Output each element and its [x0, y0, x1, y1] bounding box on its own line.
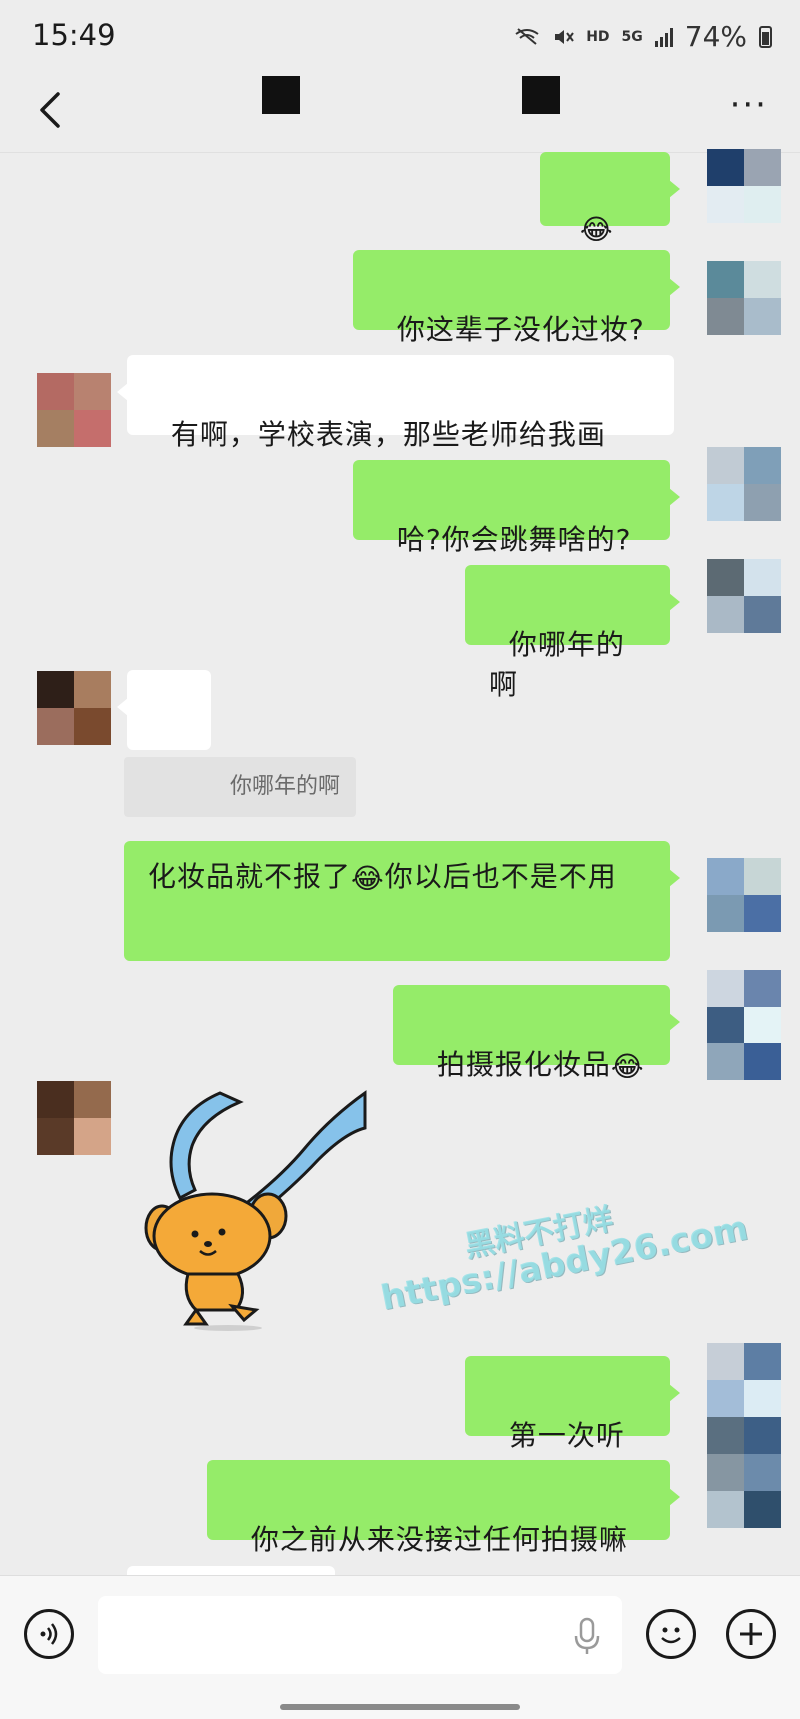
- message-bubble-outgoing[interactable]: 你哪年的啊: [465, 565, 680, 701]
- message-text: 有啊，学校表演，那些老师给我画: [170, 418, 606, 451]
- my-avatar[interactable]: [707, 1343, 781, 1528]
- watermark: 黑料不打烊 https://abdy26.com: [370, 1167, 768, 1367]
- message-bubble-outgoing[interactable]: 哈?你会跳舞啥的?: [353, 460, 680, 556]
- mute-icon: [555, 29, 574, 44]
- contact-avatar[interactable]: [37, 1081, 111, 1155]
- battery-icon: [759, 25, 772, 48]
- status-icons: HD 5G 74%: [514, 20, 772, 53]
- message-text: 哈?你会跳舞啥的?: [396, 523, 632, 556]
- my-avatar[interactable]: [707, 858, 781, 932]
- status-bar: 15:49 HD 5G 74%: [0, 0, 800, 70]
- chat-header: ···: [0, 70, 800, 153]
- message-text: 你这辈子没化过妆?: [396, 313, 645, 346]
- message-text: 拍摄报化妆品: [436, 1048, 611, 1081]
- laughing-crying-emoji-icon: 😂: [351, 862, 385, 895]
- message-bubble-outgoing[interactable]: 第一次听说: [465, 1356, 680, 1492]
- message-bubble-outgoing[interactable]: 你这辈子没化过妆?: [353, 250, 680, 346]
- message-bubble-outgoing[interactable]: 😂哈?: [540, 152, 680, 284]
- redacted-title-block: [522, 76, 560, 114]
- battery-percentage: 74%: [684, 20, 747, 53]
- home-indicator[interactable]: [280, 1704, 520, 1710]
- message-text: 你哪年的啊: [489, 628, 625, 701]
- redacted-title-block: [262, 76, 300, 114]
- plus-icon: [740, 1623, 762, 1645]
- quoted-message[interactable]: 你哪年的啊: [124, 757, 356, 817]
- message-bubble-incoming[interactable]: 06: [117, 670, 211, 806]
- laughing-crying-emoji-icon: 😂: [610, 1050, 645, 1083]
- microphone-icon[interactable]: [572, 1616, 602, 1656]
- laughing-crying-emoji-icon: 😂: [579, 213, 614, 246]
- my-avatar[interactable]: [707, 149, 781, 223]
- message-bubble-outgoing[interactable]: 拍摄报化妆品😂: [393, 985, 680, 1083]
- message-input[interactable]: [98, 1596, 622, 1674]
- contact-avatar[interactable]: [37, 671, 111, 745]
- my-avatar[interactable]: [707, 559, 781, 633]
- voice-icon: [40, 1623, 58, 1645]
- message-bubble-incoming[interactable]: 有啊，学校表演，那些老师给我画: [117, 355, 674, 451]
- my-avatar[interactable]: [707, 261, 781, 335]
- hd-indicator: HD: [586, 28, 610, 45]
- smiley-icon: [661, 1627, 681, 1644]
- orange-dog-sticker[interactable]: [140, 1088, 380, 1333]
- my-avatar[interactable]: [707, 447, 781, 521]
- wifi-off-icon: [515, 27, 539, 45]
- more-options-button[interactable]: ···: [730, 88, 768, 122]
- back-button[interactable]: [32, 86, 72, 134]
- message-bubble-outgoing[interactable]: 化妆品就不报了😂你以后也不是不用: [124, 841, 680, 961]
- my-avatar[interactable]: [707, 970, 781, 1080]
- more-functions-button[interactable]: [726, 1609, 776, 1659]
- contact-avatar[interactable]: [37, 373, 111, 447]
- signal-icon: [654, 27, 673, 47]
- network-gen-indicator: 5G: [621, 28, 643, 45]
- emoji-button[interactable]: [646, 1609, 696, 1659]
- message-text: 化妆品就不报了: [148, 860, 352, 893]
- message-text: 你之前从来没接过任何拍摄嘛: [250, 1523, 628, 1556]
- voice-input-button[interactable]: [24, 1609, 74, 1659]
- input-bar: [0, 1575, 800, 1719]
- message-bubble-outgoing[interactable]: 你之前从来没接过任何拍摄嘛: [207, 1460, 680, 1556]
- message-text: 你以后也不是不用: [384, 860, 617, 893]
- status-time: 15:49: [32, 18, 116, 52]
